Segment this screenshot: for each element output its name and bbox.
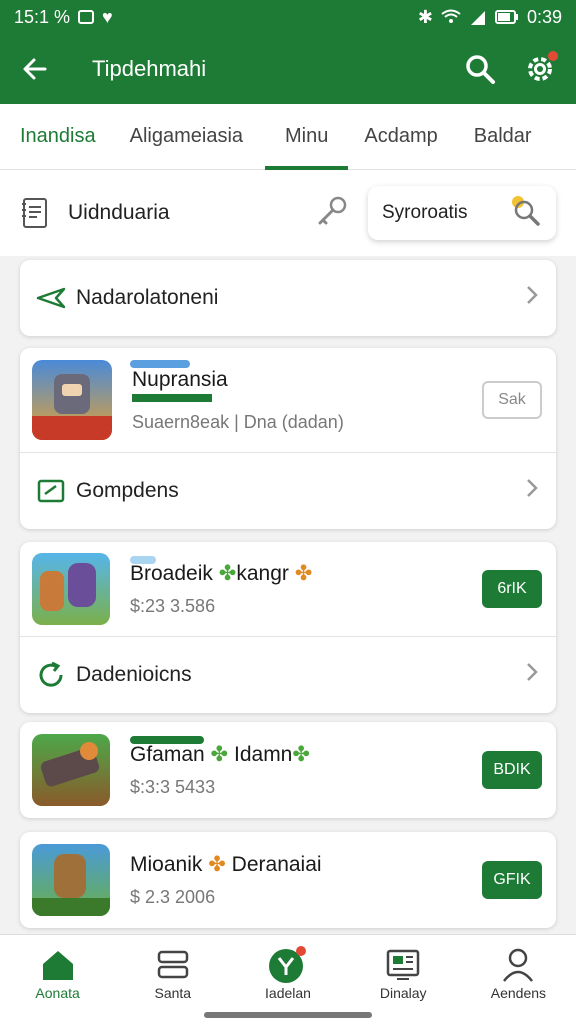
app-action-button[interactable]: 6rIK xyxy=(482,570,542,608)
app-action-button[interactable]: Sak xyxy=(482,381,542,419)
app-bar: Tipdehmahi xyxy=(0,34,576,104)
wifi-icon xyxy=(441,9,461,23)
bluetooth-icon: ✱ xyxy=(417,6,433,27)
home-indicator[interactable] xyxy=(204,1012,372,1018)
app-subtitle: Suaern8eak | Dna (dadan) xyxy=(132,411,344,432)
tab-4[interactable]: Baldar xyxy=(462,104,544,170)
status-time: 15:1 % xyxy=(14,6,71,27)
app-card-3: Gfaman ✤ Idamn✤ $:3:3 5433 BDIK xyxy=(20,722,556,818)
key-button[interactable] xyxy=(314,193,350,234)
tab-2[interactable]: Minu xyxy=(265,104,349,170)
flower-icon: ✤ xyxy=(294,562,313,585)
game-thumbnail xyxy=(32,553,110,625)
nav-label: Dadenioicns xyxy=(76,663,192,686)
app-name: Nupransia xyxy=(132,368,228,402)
app-action-button[interactable]: BDIK xyxy=(482,751,542,789)
app-card-1: Nupransia Suaern8eak | Dna (dadan) Sak G… xyxy=(20,348,556,529)
bottom-nav-profile[interactable]: Aendens xyxy=(461,935,576,1024)
game-thumbnail xyxy=(32,844,110,916)
search-button[interactable] xyxy=(460,49,500,89)
chevron-right-icon xyxy=(524,477,540,505)
list-item[interactable]: Broadeik ✤kangr ✤ $:23 3.586 6rIK xyxy=(20,542,556,636)
app-price: $:23 3.586 xyxy=(130,596,216,616)
app-name-line: Gfaman ✤ Idamn✤ xyxy=(130,742,310,767)
arrow-left-icon xyxy=(23,58,47,80)
document-icon xyxy=(20,196,60,230)
app-action-button[interactable]: GFIK xyxy=(482,861,542,899)
magnifier-icon xyxy=(506,192,542,234)
image-notification-icon xyxy=(78,10,95,24)
bottom-nav-label: Santa xyxy=(154,985,192,1001)
nav-row[interactable]: Gompdens xyxy=(20,453,556,529)
bottom-nav: Aonata Santa Iadelan Dinalay Aendens xyxy=(0,934,576,1024)
app-name-line: Broadeik ✤kangr ✤ xyxy=(130,561,312,586)
leaf-icon: ✤ xyxy=(210,743,229,766)
refresh-icon xyxy=(36,660,76,690)
nav-card-1[interactable]: Nadarolatoneni xyxy=(20,260,556,336)
app-card-4: Mioanik ✤ Deranaiai $ 2.3 2006 GFIK xyxy=(20,832,556,928)
dashboard-icon xyxy=(385,945,421,985)
app-name: Mioanik xyxy=(130,853,203,876)
settings-button[interactable] xyxy=(520,49,560,89)
status-clock: 0:39 xyxy=(526,6,562,27)
bottom-nav-home[interactable]: Aonata xyxy=(0,935,115,1024)
tab-1[interactable]: Aligameiasia xyxy=(118,104,255,170)
chevron-right-icon xyxy=(524,661,540,689)
game-thumbnail xyxy=(32,360,112,440)
app-name-line: Mioanik ✤ Deranaiai xyxy=(130,852,322,877)
back-button[interactable] xyxy=(0,34,70,104)
app-price: $ 2.3 2006 xyxy=(130,887,216,907)
heart-notification-icon: ♥ xyxy=(102,6,113,27)
bottom-nav-label: Dinalay xyxy=(379,985,427,1001)
battery-icon xyxy=(494,10,518,24)
nav-row[interactable]: Dadenioicns xyxy=(20,637,556,713)
app-name: Gfaman xyxy=(130,743,205,766)
progress-bar xyxy=(130,736,204,744)
app-price: $:3:3 5433 xyxy=(130,777,216,797)
app-name-suffix: kangr xyxy=(236,562,289,585)
progress-bar xyxy=(130,556,156,564)
leaf-icon: ✤ xyxy=(292,743,310,766)
bottom-nav-label: Iadelan xyxy=(265,985,311,1001)
app-name-suffix: Deranaiai xyxy=(231,853,322,876)
signal-icon xyxy=(470,11,485,25)
send-icon xyxy=(36,286,76,310)
search-input[interactable]: Syroroatis xyxy=(368,186,556,240)
person-icon xyxy=(501,945,535,985)
nav-label: Gompdens xyxy=(76,479,179,502)
notification-badge xyxy=(548,51,558,61)
bottom-nav-label: Aendens xyxy=(490,985,547,1001)
home-icon xyxy=(40,945,76,985)
list-item[interactable]: Nupransia Suaern8eak | Dna (dadan) Sak xyxy=(20,348,556,452)
tab-3[interactable]: Acdamp xyxy=(352,104,449,170)
bottom-nav-label: Aonata xyxy=(35,985,80,1001)
app-name: Broadeik xyxy=(130,562,213,585)
list-item[interactable]: Mioanik ✤ Deranaiai $ 2.3 2006 GFIK xyxy=(20,832,556,928)
app-name-suffix: Idamn xyxy=(234,743,293,766)
layers-icon xyxy=(156,945,190,985)
search-input-text: Syroroatis xyxy=(382,202,468,223)
key-icon xyxy=(318,196,347,224)
search-icon xyxy=(466,55,495,84)
search-label: Uidnduaria xyxy=(68,201,170,224)
app-card-2: Broadeik ✤kangr ✤ $:23 3.586 6rIK Dadeni… xyxy=(20,542,556,713)
bottom-nav-item-4[interactable]: Dinalay xyxy=(346,935,461,1024)
page-title: Tipdehmahi xyxy=(92,56,207,81)
progress-bar xyxy=(130,360,190,368)
flower-icon: ✤ xyxy=(208,853,226,876)
tab-bar: Inandisa Aligameiasia Minu Acdamp Baldar xyxy=(0,104,576,170)
leaf-icon: ✤ xyxy=(218,562,237,585)
status-bar: 15:1 % ♥ ✱ 0:39 xyxy=(0,0,576,34)
edit-square-icon xyxy=(36,477,76,505)
bottom-nav-item-2[interactable]: Santa xyxy=(115,935,230,1024)
chevron-right-icon xyxy=(524,284,540,312)
tab-0[interactable]: Inandisa xyxy=(8,104,108,170)
search-row: Uidnduaria Syroroatis xyxy=(0,170,576,256)
nav-label: Nadarolatoneni xyxy=(76,286,219,309)
game-thumbnail xyxy=(32,734,110,806)
bottom-nav-item-3[interactable]: Iadelan xyxy=(230,935,345,1024)
list-item[interactable]: Gfaman ✤ Idamn✤ $:3:3 5433 BDIK xyxy=(20,722,556,818)
y-badge-icon xyxy=(268,945,308,985)
